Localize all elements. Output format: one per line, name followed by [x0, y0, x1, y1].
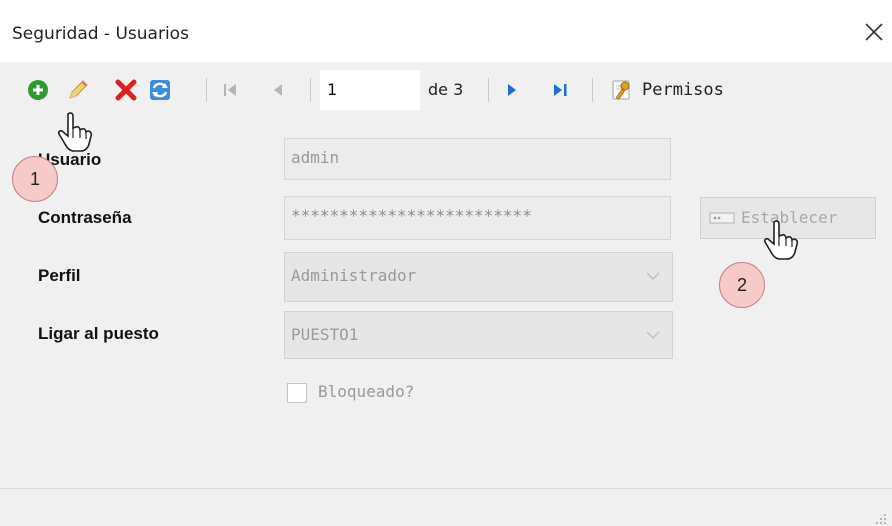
previous-record-icon[interactable] — [266, 78, 290, 102]
puesto-selected-value: PUESTO1 — [291, 325, 359, 344]
toolbar-separator — [488, 78, 489, 102]
annotation-badge-2: 2 — [719, 262, 765, 308]
add-icon[interactable] — [26, 78, 50, 102]
ligar-puesto-label: Ligar al puesto — [38, 324, 159, 343]
password-field-icon — [709, 212, 735, 224]
chevron-down-icon — [646, 272, 660, 280]
perfil-select[interactable]: Administrador — [284, 252, 673, 302]
delete-icon[interactable] — [114, 78, 138, 102]
toolbar-separator — [206, 78, 207, 102]
permissions-key-icon[interactable] — [610, 78, 634, 102]
next-record-icon[interactable] — [500, 78, 524, 102]
last-record-icon[interactable] — [548, 78, 572, 102]
toolbar-separator — [592, 78, 593, 102]
usuario-field[interactable]: admin — [284, 138, 671, 180]
bloqueado-label: Bloqueado? — [318, 382, 415, 401]
edit-icon[interactable] — [66, 78, 90, 102]
perfil-selected-value: Administrador — [291, 266, 417, 285]
contrasena-field[interactable]: ************************* — [284, 196, 671, 240]
record-number-value[interactable]: 1 — [327, 80, 337, 99]
puesto-select[interactable]: PUESTO1 — [284, 311, 673, 359]
toolbar-separator — [310, 78, 311, 102]
record-total-label: de 3 — [428, 80, 464, 99]
title-bar: Seguridad - Usuarios — [0, 0, 892, 62]
permissions-button[interactable]: Permisos — [642, 80, 724, 100]
bloqueado-checkbox[interactable] — [287, 383, 307, 403]
close-icon[interactable] — [862, 20, 886, 44]
contrasena-label: Contraseña — [38, 208, 132, 227]
hand-pointer-icon — [57, 112, 93, 152]
hand-pointer-icon — [763, 220, 799, 260]
annotation-badge-1: 1 — [12, 156, 58, 202]
first-record-icon[interactable] — [218, 78, 242, 102]
perfil-label: Perfil — [38, 266, 81, 285]
footer-divider — [0, 488, 892, 489]
refresh-icon[interactable] — [148, 78, 172, 102]
resize-grip-icon[interactable] — [874, 512, 888, 524]
window-title: Seguridad - Usuarios — [12, 24, 189, 44]
chevron-down-icon — [646, 331, 660, 339]
